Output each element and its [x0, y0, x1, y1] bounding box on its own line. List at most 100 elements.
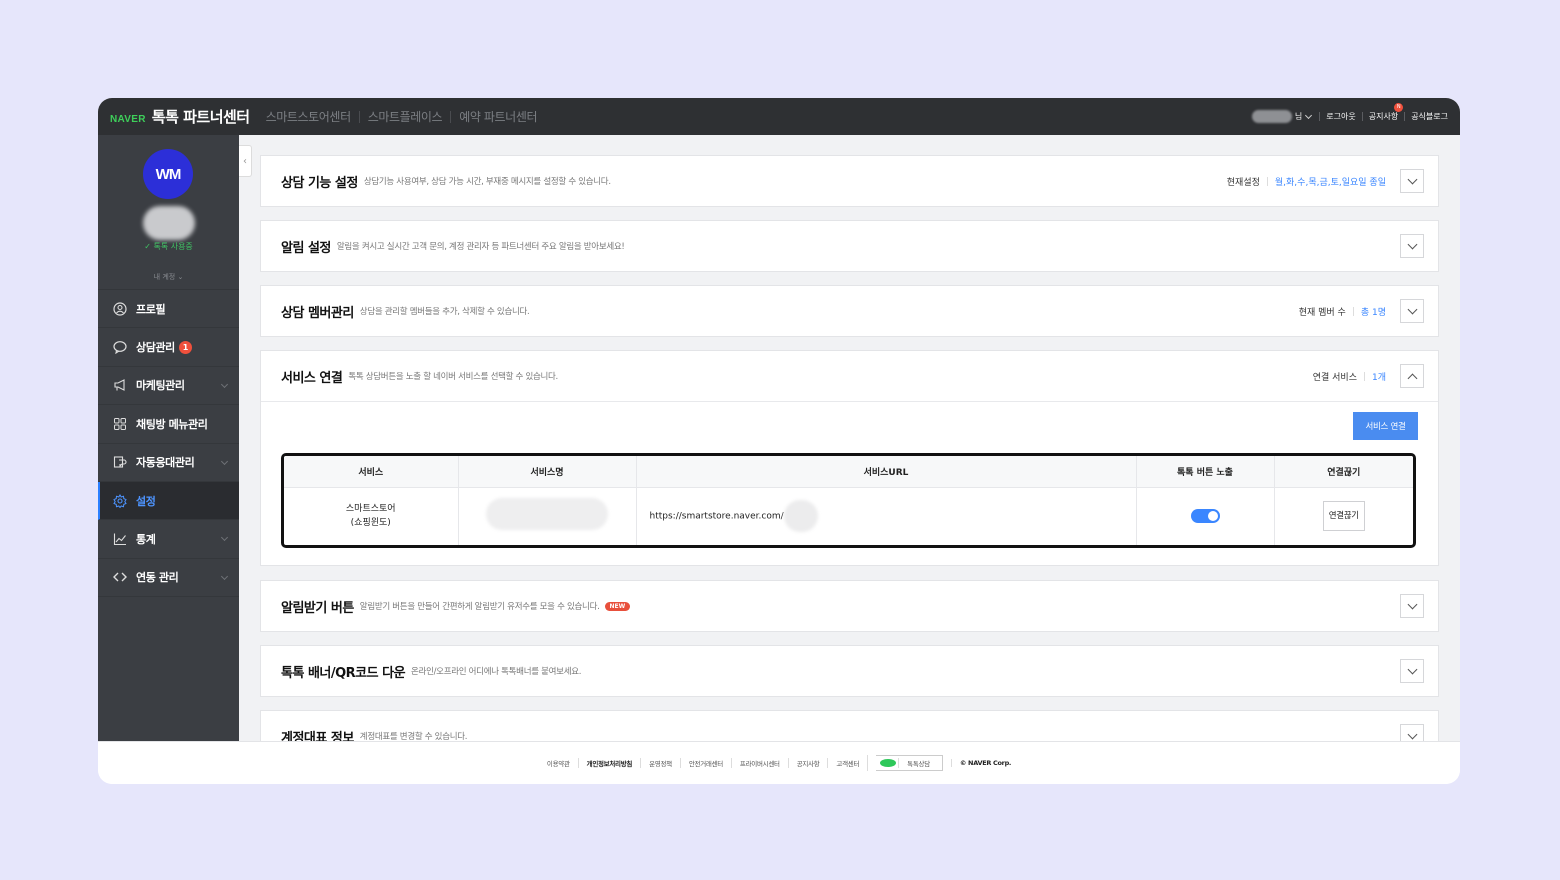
chevron-down-icon [220, 457, 229, 465]
copyright: © NAVER Corp. [950, 759, 1019, 767]
main-content: 상담 기능 설정 상담기능 사용여부, 상담 가능 시간, 부재중 메시지를 설… [239, 135, 1460, 741]
panel-alarm-settings: 알림 설정 알림을 켜시고 실시간 고객 문의, 계정 관리자 등 파트너센터 … [260, 220, 1439, 272]
logout-link[interactable]: 로그아웃 [1326, 111, 1355, 122]
column-header: 톡톡 버튼 노출 [1136, 456, 1275, 488]
nav-reservation[interactable]: 예약 파트너센터 [450, 110, 545, 123]
sidebar-item-consult[interactable]: 상담관리 1 [98, 328, 239, 367]
expand-button[interactable] [1400, 594, 1424, 618]
naver-logo: NAVER [110, 114, 146, 125]
expand-button[interactable] [1400, 234, 1424, 258]
disconnect-button[interactable]: 연결끊기 [1322, 501, 1365, 532]
sidebar: WM ✓ 톡톡 사용중 내 계정 ⌄ 프로필 상담관리 1 마케팅관리 채팅방 … [98, 135, 239, 741]
disconnect-cell: 연결끊기 [1274, 487, 1413, 545]
footer-link-notice[interactable]: 공지사항 [787, 758, 828, 768]
divider [1363, 371, 1365, 381]
user-icon [112, 301, 128, 317]
sidebar-item-label: 마케팅관리 [136, 379, 185, 393]
sidebar-item-settings[interactable]: 설정 [98, 481, 239, 521]
panel-summary: 현재 멤버 수 총 1명 [1299, 286, 1386, 336]
summary-value: 총 1명 [1360, 307, 1386, 318]
panel-header[interactable]: 상담 멤버관리 상담을 관리할 멤버들을 추가, 삭제할 수 있습니다. 현재 … [261, 286, 1438, 336]
panel-consult-settings: 상담 기능 설정 상담기능 사용여부, 상담 가능 시간, 부재중 메시지를 설… [260, 155, 1439, 207]
notice-link[interactable]: 공지사항 N [1369, 103, 1404, 122]
footer-link-privacy[interactable]: 개인정보처리방침 [577, 758, 640, 768]
panel-title: 계정대표 정보 [281, 730, 354, 742]
sidebar-item-stats[interactable]: 통계 [98, 520, 239, 559]
panel-header[interactable]: 알림받기 버튼 알림받기 버튼을 만들어 간편하게 알림받기 유저수를 모을 수… [261, 581, 1438, 631]
profile-block: WM ✓ 톡톡 사용중 내 계정 ⌄ [98, 135, 239, 290]
panel-summary: 연결 서비스 1개 [1313, 351, 1386, 401]
chevron-down-icon [1407, 599, 1417, 609]
top-right-menu: 님 로그아웃 공지사항 N 공식블로그 [1251, 98, 1448, 135]
chevron-left-icon: ‹ [243, 155, 247, 167]
robot-icon [112, 454, 128, 470]
panel-header[interactable]: 알림 설정 알림을 켜시고 실시간 고객 문의, 계정 관리자 등 파트너센터 … [261, 221, 1438, 271]
talk-consult-button[interactable]: 톡톡상담 [876, 755, 943, 771]
chevron-down-icon [220, 534, 229, 542]
chevron-down-icon[interactable] [1305, 111, 1313, 119]
panel-header[interactable]: 톡톡 배너/QR코드 다운 온라인/오프라인 어디에나 톡톡배너를 붙여보세요. [261, 646, 1438, 696]
app-title: 톡톡 파트너센터 [151, 108, 250, 126]
summary-label: 연결 서비스 [1312, 372, 1357, 383]
panel-title: 알림 설정 [281, 240, 331, 256]
expand-button[interactable] [1400, 724, 1424, 741]
sidebar-item-auto-reply[interactable]: 자동응대관리 [98, 444, 239, 482]
panel-title: 서비스 연결 [281, 370, 343, 386]
sidebar-item-label: 채팅방 메뉴관리 [136, 417, 208, 431]
summary-value: 월,화,수,목,금,토,일요일 종일 [1274, 177, 1386, 188]
summary-label: 현재설정 [1226, 177, 1260, 188]
footer-talk-wrap: 톡톡상담 [867, 755, 951, 771]
footer-link-policy[interactable]: 운영정책 [640, 758, 680, 768]
column-header: 서비스URL [636, 456, 1137, 488]
collapse-button[interactable] [1400, 364, 1424, 388]
footer-link-terms[interactable]: 이용약관 [539, 758, 578, 768]
panel-description: 알림받기 버튼을 만들어 간편하게 알림받기 유저수를 모을 수 있습니다. [359, 602, 600, 612]
grid-icon [112, 416, 128, 432]
toggle-knob [1207, 511, 1218, 521]
divider [1404, 112, 1406, 121]
panel-description: 상담기능 사용여부, 상담 가능 시간, 부재중 메시지를 설정할 수 있습니다… [363, 177, 611, 187]
sidebar-item-chat-menu[interactable]: 채팅방 메뉴관리 [98, 405, 239, 444]
panel-header[interactable]: 서비스 연결 톡톡 상담버튼을 노출 할 네이버 서비스를 선택할 수 있습니다… [261, 351, 1438, 401]
divider [1361, 112, 1363, 121]
expand-button[interactable] [1400, 659, 1424, 683]
nav-smartstore[interactable]: 스마트스토어센터 [266, 111, 359, 123]
url-suffix-blurred [783, 500, 818, 533]
panel-header[interactable]: 계정대표 정보 계정대표를 변경할 수 있습니다. [261, 711, 1438, 741]
top-nav: 스마트스토어센터 스마트플레이스 예약 파트너센터 [266, 110, 546, 123]
panel-title: 알림받기 버튼 [281, 600, 354, 616]
chart-icon [112, 531, 128, 547]
summary-value: 1개 [1371, 372, 1386, 383]
brand[interactable]: NAVER 톡톡 파트너센터 [110, 106, 250, 127]
footer-link-safe-trade[interactable]: 안전거래센터 [679, 758, 731, 768]
footer-link-support[interactable]: 고객센터 [827, 758, 867, 768]
gear-icon [112, 493, 128, 509]
user-suffix[interactable]: 님 [1295, 111, 1302, 122]
sidebar-item-integration[interactable]: 연동 관리 [98, 559, 239, 598]
divider [1266, 176, 1268, 186]
footer-link-privacy-center[interactable]: 프라이버시센터 [730, 758, 788, 768]
column-header: 서비스 [284, 456, 459, 488]
my-account-toggle[interactable]: 내 계정 ⌄ [98, 272, 239, 282]
connect-service-button[interactable]: 서비스 연결 [1353, 412, 1418, 440]
expand-button[interactable] [1400, 299, 1424, 323]
sidebar-collapse-button[interactable]: ‹ [239, 145, 252, 177]
panel-summary: 현재설정 월,화,수,목,금,토,일요일 종일 [1227, 156, 1386, 206]
expand-button[interactable] [1400, 169, 1424, 193]
panel-header[interactable]: 상담 기능 설정 상담기능 사용여부, 상담 가능 시간, 부재중 메시지를 설… [261, 156, 1438, 206]
nav-smartplace[interactable]: 스마트플레이스 [358, 110, 450, 123]
sidebar-item-marketing[interactable]: 마케팅관리 [98, 367, 239, 406]
notice-badge: N [1394, 103, 1404, 112]
chevron-down-icon [1407, 729, 1417, 739]
service-panel-body: 서비스 연결 서비스 서비스명 서비스URL 톡톡 버튼 노출 연결끊기 스마트… [261, 401, 1438, 565]
blog-link[interactable]: 공식블로그 [1411, 111, 1448, 122]
service-name-cell [458, 487, 637, 545]
divider [1352, 306, 1354, 316]
column-header: 서비스명 [458, 456, 637, 488]
talk-label: 톡톡상담 [898, 758, 938, 768]
chevron-up-icon [1407, 373, 1417, 383]
sidebar-item-profile[interactable]: 프로필 [98, 290, 239, 329]
megaphone-icon [112, 377, 128, 393]
top-bar: NAVER 톡톡 파트너센터 스마트스토어센터 스마트플레이스 예약 파트너센터… [98, 98, 1460, 135]
exposure-toggle[interactable] [1190, 509, 1220, 523]
